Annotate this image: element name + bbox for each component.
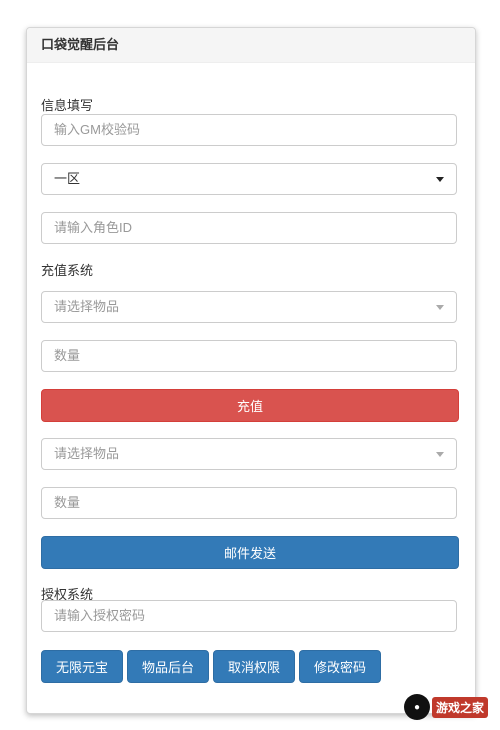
recharge-button[interactable]: 充值 <box>41 389 459 422</box>
item-backend-button[interactable]: 物品后台 <box>127 650 209 683</box>
server-select[interactable]: 一区 <box>41 163 457 195</box>
revoke-permission-button[interactable]: 取消权限 <box>213 650 295 683</box>
watermark-logo-icon: ● <box>403 694 430 720</box>
recharge-item-placeholder: 请选择物品 <box>54 299 120 314</box>
recharge-quantity-input[interactable]: 数量 <box>41 340 457 372</box>
admin-panel: 口袋觉醒后台 信息填写 输入GM校验码 一区 请输入角色ID 充值系统 请选择物… <box>26 27 476 714</box>
role-id-input[interactable]: 请输入角色ID <box>41 212 457 244</box>
watermark-text: 游戏之家 <box>431 696 488 718</box>
change-password-button[interactable]: 修改密码 <box>299 650 381 683</box>
mail-send-button[interactable]: 邮件发送 <box>41 536 459 569</box>
info-section-label: 信息填写 <box>41 98 94 113</box>
gm-code-input[interactable]: 输入GM校验码 <box>41 114 457 146</box>
watermark: ● 游戏之家 <box>403 692 488 722</box>
chevron-down-icon <box>436 305 444 310</box>
unlimited-ingot-button[interactable]: 无限元宝 <box>41 650 123 683</box>
recharge-item-select[interactable]: 请选择物品 <box>41 291 457 323</box>
mail-quantity-input[interactable]: 数量 <box>41 487 457 519</box>
auth-password-input[interactable]: 请输入授权密码 <box>41 600 457 632</box>
recharge-section-label: 充值系统 <box>41 263 94 278</box>
chevron-down-icon <box>436 452 444 457</box>
server-select-value: 一区 <box>54 171 81 186</box>
panel-title: 口袋觉醒后台 <box>27 28 475 63</box>
mail-item-select[interactable]: 请选择物品 <box>41 438 457 470</box>
mail-item-placeholder: 请选择物品 <box>54 446 120 461</box>
chevron-down-icon <box>436 177 444 182</box>
